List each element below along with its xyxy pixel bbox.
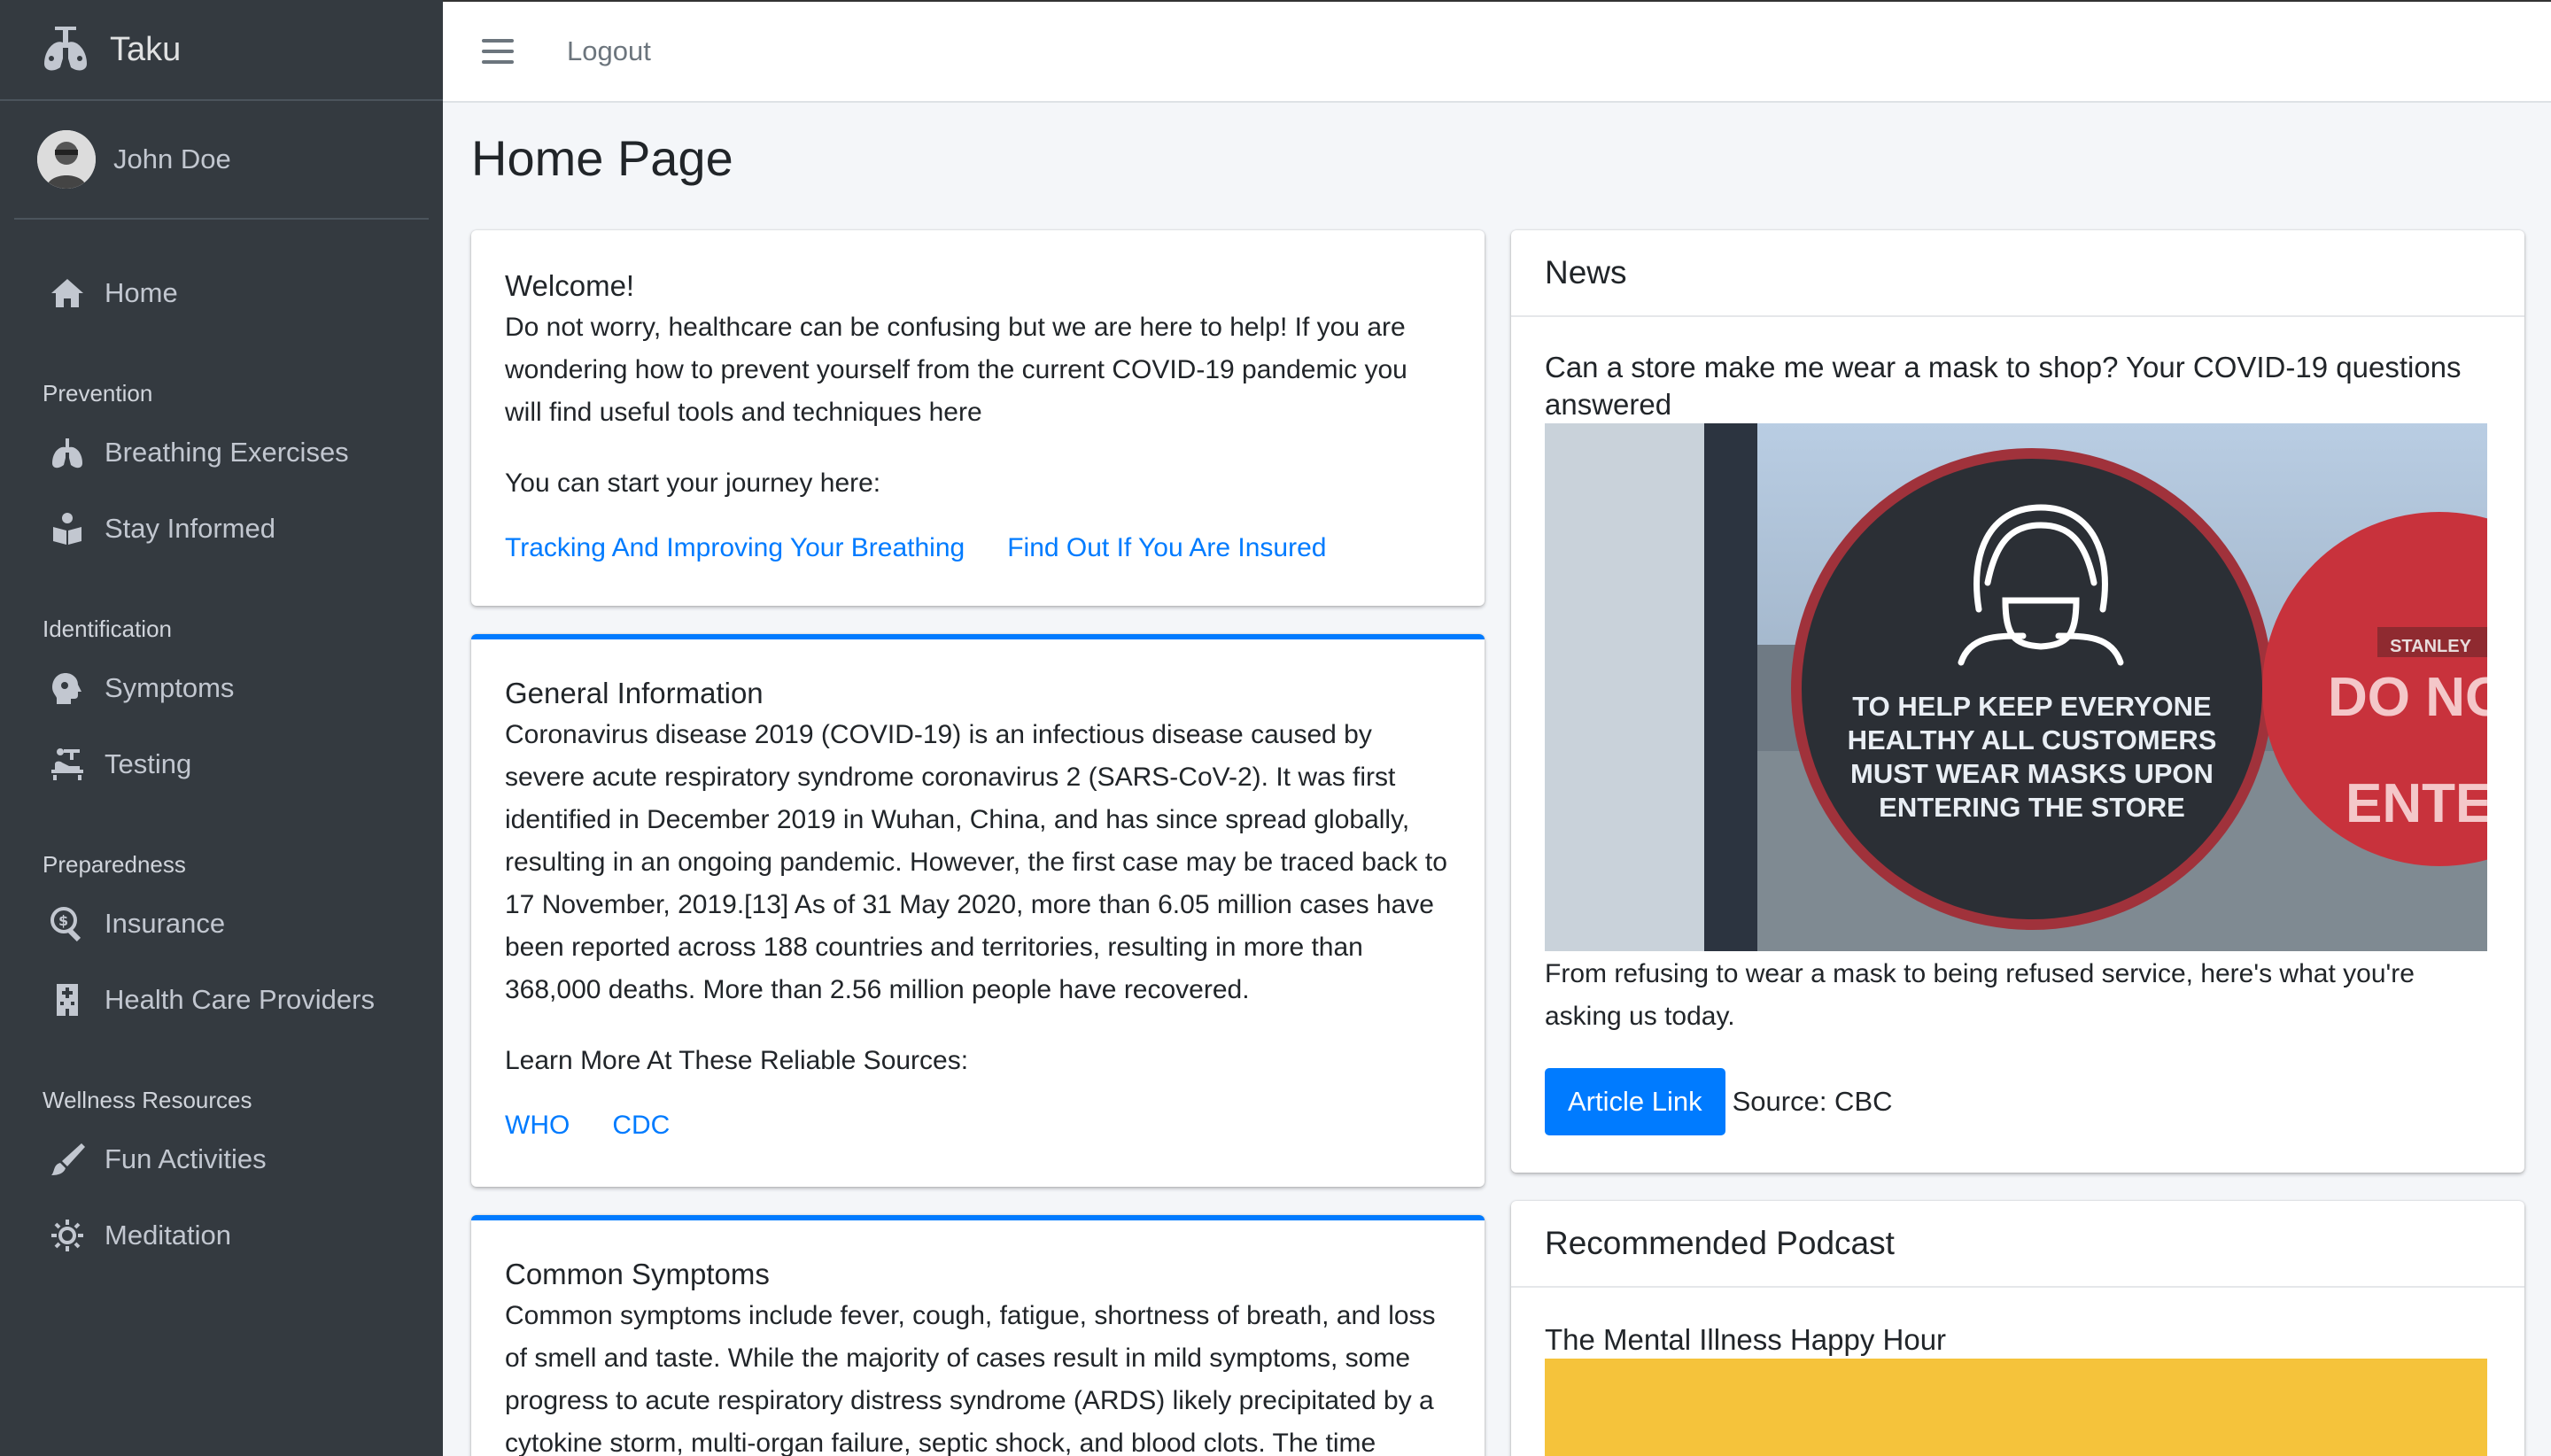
sidebar-item-label: Symptoms [105,672,235,703]
welcome-card: Welcome! Do not worry, healthcare can be… [471,230,1485,606]
home-icon [48,275,87,311]
sidebar-item-breathing-exercises[interactable]: Breathing Exercises [0,414,443,491]
common-symptoms-card: Common Symptoms Common symptoms include … [471,1215,1485,1456]
sidebar-item-label: Breathing Exercises [105,437,349,468]
page-title: Home Page [471,130,733,186]
sidebar-item-label: Meditation [105,1220,232,1251]
sign-right-line-1: DO NO [2328,667,2487,728]
podcast-title: The Mental Illness Happy Hour [1545,1323,1947,1356]
source-links: WHO CDC [505,1111,1451,1141]
sources-label: Learn More At These Reliable Sources: [505,1046,969,1075]
nav-header-prevention: Prevention [43,380,153,407]
sign-line-3: MUST WEAR MASKS UPON [1850,758,2214,789]
who-link[interactable]: WHO [505,1111,570,1141]
sidebar-item-symptoms[interactable]: Symptoms [0,650,443,726]
news-card: News Can a store make me wear a mask to … [1511,230,2524,1173]
common-symptoms-title: Common Symptoms [505,1258,770,1290]
podcast-header: Recommended Podcast [1511,1201,2524,1288]
sidebar-nav: Home Prevention Breathing Exercises Stay… [0,220,443,1274]
news-article-image: TO HELP KEEP EVERYONE HEALTHY ALL CUSTOM… [1545,423,2487,951]
podcast-card: Recommended Podcast The Mental Illness H… [1511,1201,2524,1456]
news-source: Source: CBC [1732,1086,1893,1117]
svg-text:$: $ [58,912,68,929]
sidebar-item-label: Testing [105,748,192,779]
paint-brush-icon [48,1142,87,1177]
sign-line-4: ENTERING THE STORE [1879,792,2185,823]
sidebar-item-home[interactable]: Home [0,255,443,331]
nav-header-wellness-resources: Wellness Resources [43,1087,252,1113]
common-symptoms-text: Common symptoms include fever, cough, fa… [505,1301,1436,1456]
sign-brand: STANLEY [2390,637,2472,656]
logout-link[interactable]: Logout [567,35,651,67]
head-virus-icon [48,670,87,706]
podcast-cover-image[interactable] [1545,1359,2487,1456]
nav-header-preparedness: Preparedness [43,851,186,878]
sun-icon [48,1218,87,1253]
brand-link[interactable]: Taku [0,0,443,101]
journey-label: You can start your journey here: [505,469,881,498]
lungs-logo-icon [44,27,87,71]
general-information-title: General Information [505,677,764,709]
sidebar-item-insurance[interactable]: $ Insurance [0,886,443,962]
sidebar-item-label: Health Care Providers [105,984,375,1015]
sidebar: Taku John Doe Home Prevention Breathing … [0,0,443,1456]
sign-line-1: TO HELP KEEP EVERYONE [1852,691,2211,722]
sidebar-item-label: Fun Activities [105,1143,267,1174]
avatar [37,130,96,189]
search-dollar-icon: $ [48,906,87,941]
news-summary: From refusing to wear a mask to being re… [1545,959,2415,1031]
article-row: Article Link Source: CBC [1545,1068,2491,1135]
journey-links: Tracking And Improving Your Breathing Fi… [505,533,1451,563]
sign-line-2: HEALTHY ALL CUSTOMERS [1848,724,2217,755]
nav-header-identification: Identification [43,616,172,642]
welcome-title: Welcome! [505,269,635,302]
sidebar-item-testing[interactable]: Testing [0,726,443,802]
sidebar-item-stay-informed[interactable]: Stay Informed [0,491,443,567]
sidebar-item-label: Stay Informed [105,513,275,544]
welcome-text: Do not worry, healthcare can be confusin… [505,313,1407,427]
article-link-button[interactable]: Article Link [1545,1068,1725,1135]
user-panel[interactable]: John Doe [14,101,429,220]
general-information-card: General Information Coronavirus disease … [471,634,1485,1187]
top-navbar: Logout [443,0,2551,103]
sidebar-item-label: Insurance [105,908,226,939]
lungs-icon [48,435,87,470]
news-article-title: Can a store make me wear a mask to shop?… [1545,351,2462,421]
sidebar-item-fun-activities[interactable]: Fun Activities [0,1121,443,1197]
news-header: News [1511,230,2524,317]
breathing-link[interactable]: Tracking And Improving Your Breathing [505,533,965,563]
user-name: John Doe [113,143,231,174]
brand-name: Taku [110,30,182,68]
insurance-link[interactable]: Find Out If You Are Insured [1007,533,1326,563]
hospital-icon [48,982,87,1018]
sidebar-item-meditation[interactable]: Meditation [0,1197,443,1274]
general-information-text: Coronavirus disease 2019 (COVID-19) is a… [505,720,1447,1004]
cdc-link[interactable]: CDC [612,1111,670,1141]
sign-right-line-2: ENTE [2346,773,2487,834]
sidebar-item-label: Home [105,277,178,308]
sidebar-item-health-care-providers[interactable]: Health Care Providers [0,962,443,1038]
procedures-icon [48,747,87,782]
reading-person-icon [48,511,87,546]
hamburger-menu-icon[interactable] [482,39,514,64]
